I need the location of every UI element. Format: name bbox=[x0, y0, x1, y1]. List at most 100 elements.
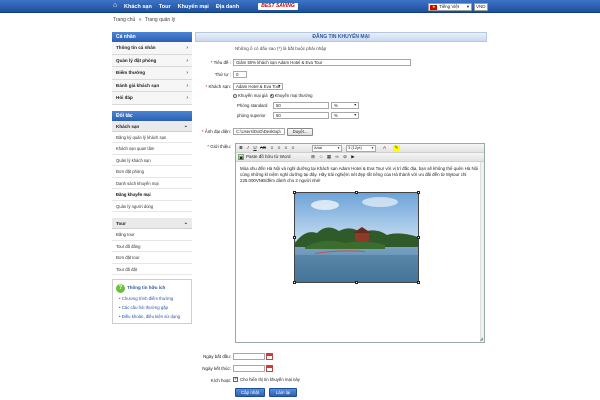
sidebar-item-faq[interactable]: Hỏi đáp › bbox=[112, 92, 192, 105]
nav-item-promotions[interactable]: Khuyến mại bbox=[178, 4, 209, 10]
browse-button[interactable]: Duyệt... bbox=[287, 128, 313, 136]
vietnam-flag-icon bbox=[430, 4, 437, 10]
align-left-icon[interactable]: ≡ bbox=[269, 145, 275, 151]
title-label: Tiêu đề : bbox=[197, 60, 231, 65]
resize-handle[interactable] bbox=[417, 281, 420, 284]
chevron-down-icon: ▼ bbox=[353, 113, 357, 117]
sidebar-item-hotel-reviews[interactable]: Đánh giá khách sạn › bbox=[112, 79, 192, 92]
radio-normal-promo[interactable]: Khuyến mại thường bbox=[269, 93, 313, 98]
chevron-right-icon: › bbox=[186, 45, 188, 51]
partner-header: Đối tác bbox=[112, 110, 192, 121]
intro-label: Giới thiệu: bbox=[197, 144, 231, 149]
active-checkbox[interactable] bbox=[233, 376, 238, 382]
font-family-select[interactable]: Arial ▼ bbox=[312, 145, 342, 152]
end-date-input[interactable] bbox=[233, 365, 273, 372]
nav-item-hotels[interactable]: Khách sạn bbox=[124, 4, 152, 10]
nav-item-destinations[interactable]: Địa danh bbox=[216, 4, 239, 10]
unit-select-superior[interactable]: % ▼ bbox=[331, 112, 359, 119]
resize-grip-icon[interactable]: ◢ bbox=[480, 336, 483, 341]
sidebar-item-favorite-hotels[interactable]: Khách sạn quan tâm bbox=[112, 143, 192, 155]
paste-from-word-button[interactable]: Paste đồ hữu từ Word bbox=[246, 154, 308, 160]
align-right-icon[interactable]: ≡ bbox=[283, 145, 289, 151]
order-input[interactable]: 0 bbox=[233, 71, 247, 78]
sidebar-item-bookings[interactable]: Quản lý đặt phòng › bbox=[112, 54, 192, 67]
image-label: Ảnh đại diện: bbox=[197, 129, 231, 134]
emoticon-icon[interactable]: ☺ bbox=[318, 154, 324, 160]
sidebar-item-points[interactable]: Điểm thưởng › bbox=[112, 67, 192, 80]
active-checkbox-row[interactable]: Cho hiển thị tin khuyến mại này bbox=[233, 376, 300, 382]
editor-scrollbar[interactable] bbox=[480, 162, 484, 342]
resize-handle[interactable] bbox=[417, 236, 420, 239]
image-icon[interactable]: ▦ bbox=[326, 154, 332, 160]
chevron-down-icon: ▼ bbox=[337, 146, 340, 150]
breadcrumb: Trang chủ » Trang quản lý bbox=[113, 17, 177, 23]
justify-icon[interactable]: ≡ bbox=[290, 145, 296, 151]
group-hotels[interactable]: Khách sạn ⌄ bbox=[112, 120, 192, 132]
calendar-icon[interactable] bbox=[266, 353, 273, 360]
help-link-points[interactable]: • Chương trình điểm thưởng bbox=[115, 294, 189, 303]
start-date-label: Ngày bắt đầu: bbox=[202, 354, 231, 359]
radio-price-promo[interactable]: Khuyến mại giá bbox=[233, 93, 268, 98]
bold-icon[interactable]: B bbox=[238, 145, 244, 151]
sidebar-item-post-promotion[interactable]: Đăng khuyến mại bbox=[112, 189, 192, 201]
sidebar-item-booked-tours[interactable]: Tour đã đặt bbox=[112, 263, 192, 275]
active-checkbox-label: Cho hiển thị tin khuyến mại này bbox=[240, 377, 300, 382]
highlight-icon[interactable]: ✎ bbox=[393, 145, 400, 151]
font-size-select[interactable]: 3 (12pt) ▼ bbox=[346, 145, 376, 152]
currency-select[interactable]: VND bbox=[474, 3, 488, 11]
resize-handle[interactable] bbox=[417, 191, 420, 194]
breadcrumb-separator: » bbox=[138, 17, 142, 23]
language-select[interactable]: Tiếng Việt ▼ bbox=[428, 3, 472, 11]
editor-content[interactable]: Mùa xhu đến Hà Nội và nghỉ dưỡng tại Khá… bbox=[240, 166, 480, 184]
sidebar-item-tour-orders[interactable]: Đơn đặt tour bbox=[112, 252, 192, 264]
sidebar-item-room-orders[interactable]: Đơn đặt phòng bbox=[112, 166, 192, 178]
sidebar-item-posted-tours[interactable]: Tour đã đăng bbox=[112, 240, 192, 252]
sidebar-item-profile[interactable]: Thông tin cá nhân › bbox=[112, 42, 192, 55]
breadcrumb-current[interactable]: Trang quản lý bbox=[145, 17, 175, 23]
resize-handle[interactable] bbox=[355, 281, 358, 284]
media-icon[interactable]: ▶ bbox=[350, 154, 356, 160]
hotel-select[interactable]: Adam Hotel & Eva Tour ▼ bbox=[233, 83, 283, 90]
chevron-down-icon: ▼ bbox=[466, 4, 470, 9]
underline-icon[interactable]: U bbox=[252, 145, 258, 151]
reset-button[interactable]: Làm lại bbox=[269, 388, 297, 397]
promotion-photo[interactable] bbox=[293, 191, 420, 284]
language-value: Tiếng Việt bbox=[439, 4, 460, 9]
help-link-terms[interactable]: • Điều khoản, điều kiện sử dụng bbox=[115, 312, 189, 321]
resize-handle[interactable] bbox=[293, 281, 296, 284]
room-standard-label: Phòng standard bbox=[237, 103, 268, 108]
group-tour[interactable]: Tour ⌄ bbox=[112, 218, 192, 229]
room-superior-input[interactable]: 50 bbox=[273, 112, 329, 119]
resize-handle[interactable] bbox=[293, 191, 296, 194]
nav-item-tour[interactable]: Tour bbox=[159, 4, 171, 10]
sidebar-item-manage-users[interactable]: Quản lý người dùng bbox=[112, 200, 192, 212]
unlink-icon[interactable]: ⊘ bbox=[342, 154, 348, 160]
room-standard-input[interactable]: 50 bbox=[273, 102, 329, 109]
breadcrumb-home[interactable]: Trang chủ bbox=[113, 17, 135, 23]
table-icon[interactable]: ⊞ bbox=[310, 154, 316, 160]
sidebar-item-promotion-list[interactable]: Danh sách khuyến mại bbox=[112, 177, 192, 189]
sidebar-item-manage-hotels[interactable]: Quản lý khách sạn bbox=[112, 154, 192, 166]
link-icon[interactable]: ∞ bbox=[334, 154, 340, 160]
italic-icon[interactable]: I bbox=[245, 145, 251, 151]
chevron-right-icon: › bbox=[186, 82, 188, 89]
unit-select-standard[interactable]: % ▼ bbox=[331, 102, 359, 109]
chevron-right-icon: › bbox=[186, 57, 188, 64]
calendar-icon[interactable] bbox=[266, 365, 273, 372]
rich-text-editor[interactable]: B I U AB ≡ ≡ ≡ ≡ Arial ▼ 3 (12pt) ▼ A ✎ ▣ … bbox=[235, 143, 485, 343]
resize-handle[interactable] bbox=[293, 236, 296, 239]
align-center-icon[interactable]: ≡ bbox=[276, 145, 282, 151]
title-input[interactable]: Giảm 50% khách sạn Adam Hotel & Eva Tour bbox=[233, 59, 411, 66]
resize-handle[interactable] bbox=[355, 191, 358, 194]
sidebar-item-register-hotel[interactable]: Đăng ký quản lý khách sạn bbox=[112, 131, 192, 143]
home-icon[interactable]: ⌂ bbox=[113, 2, 120, 9]
font-color-icon[interactable]: A bbox=[381, 145, 388, 151]
start-date-input[interactable] bbox=[233, 353, 273, 360]
image-path-input[interactable]: C:\Users\DoD\Desktop\ bbox=[233, 128, 285, 135]
html-source-icon[interactable]: ▣ bbox=[238, 154, 244, 160]
best-saving-badge[interactable]: BEST SAVING bbox=[258, 3, 298, 10]
strikethrough-icon[interactable]: AB bbox=[259, 145, 267, 151]
update-button[interactable]: Cập nhật bbox=[235, 388, 265, 397]
help-link-faq[interactable]: • Các câu hỏi thường gặp bbox=[115, 303, 189, 312]
sidebar-item-post-tour[interactable]: Đăng tour bbox=[112, 229, 192, 241]
